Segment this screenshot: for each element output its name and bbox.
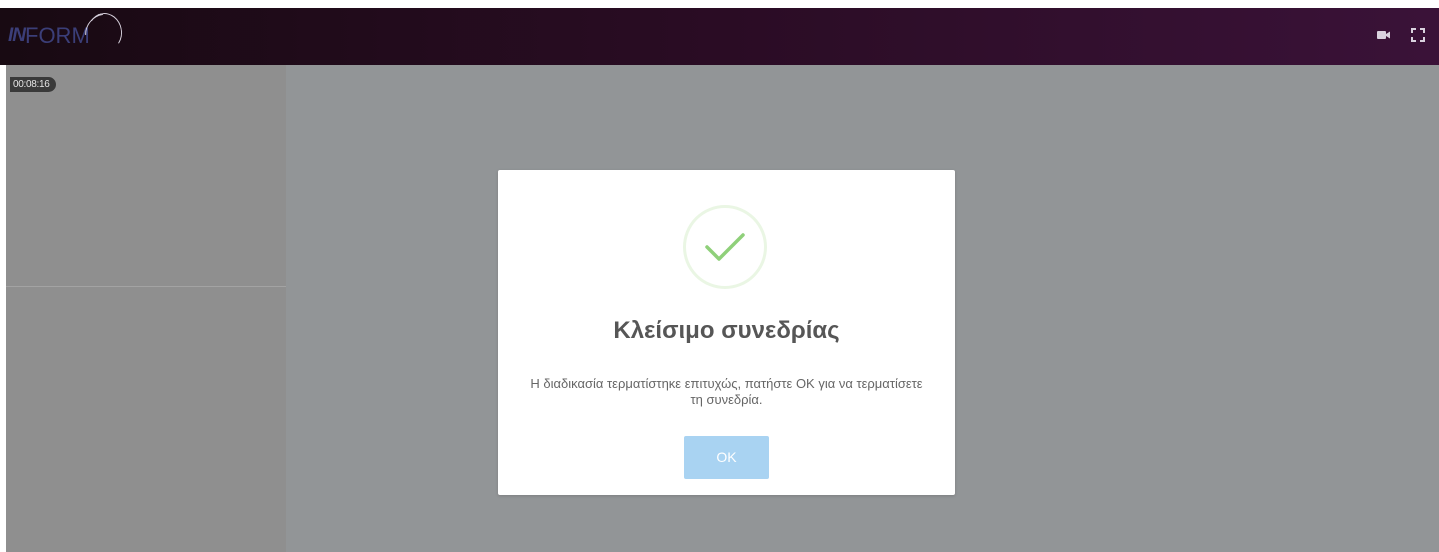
check-icon xyxy=(705,233,745,261)
dialog-title: Κλείσιμο συνεδρίας xyxy=(613,317,840,344)
video-camera-icon[interactable] xyxy=(1375,26,1393,44)
dialog-message: Η διαδικασία τερματίστηκε επιτυχώς, πατή… xyxy=(530,376,923,407)
logo: IN FORM xyxy=(8,6,129,58)
close-session-dialog: Κλείσιμο συνεδρίας Η διαδικασία τερματίσ… xyxy=(498,170,955,495)
logo-mark: IN xyxy=(8,25,26,46)
app-window: IN FORM 00:08:16 Κλείσιμο συνεδρίας Η δι… xyxy=(0,0,1439,552)
ok-button[interactable]: OK xyxy=(684,436,769,479)
fullscreen-icon[interactable] xyxy=(1409,26,1427,44)
session-timer: 00:08:16 xyxy=(10,77,56,92)
success-icon-circle xyxy=(683,205,767,289)
logo-text: FORM xyxy=(25,23,90,48)
top-bar: IN FORM xyxy=(0,6,1439,65)
panel-divider xyxy=(6,286,286,287)
logo-arc-lower xyxy=(77,6,129,58)
video-panel: 00:08:16 xyxy=(6,65,286,552)
top-bar-actions xyxy=(1375,26,1427,44)
